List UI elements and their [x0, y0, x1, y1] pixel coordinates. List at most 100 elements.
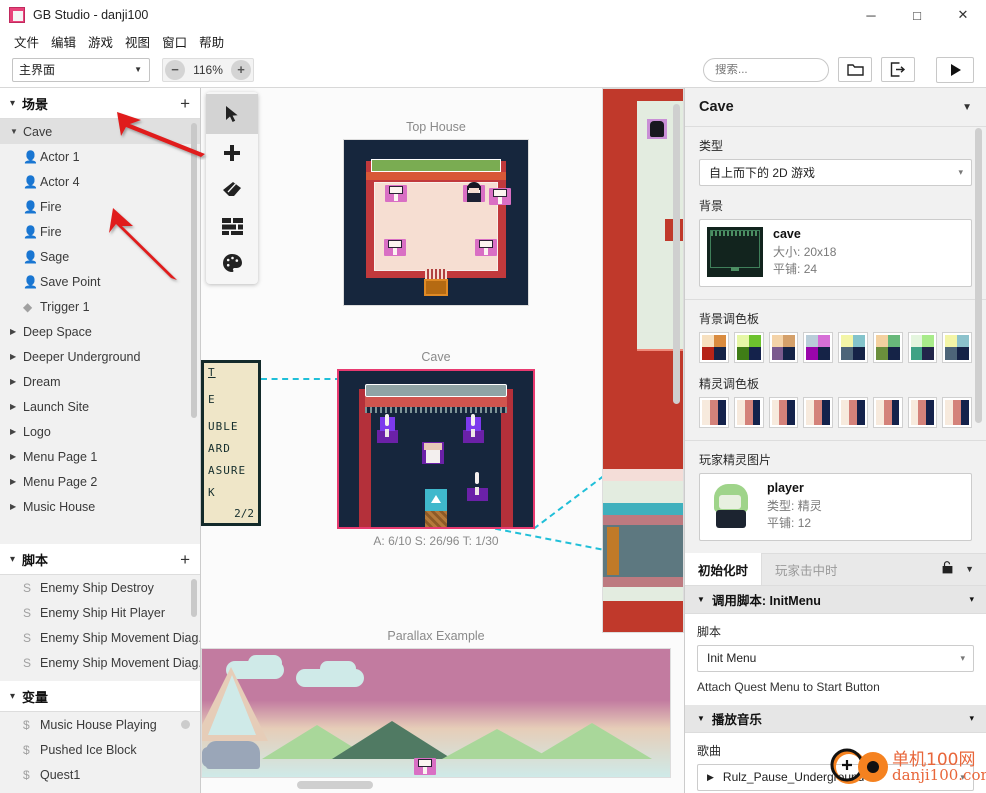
- scripts-panel-header[interactable]: ▾ 脚本 +: [0, 544, 200, 575]
- sidebar-item-sage[interactable]: 👤 Sage: [0, 244, 200, 269]
- sidebar-item-launch-site[interactable]: ▶ Launch Site: [0, 394, 200, 419]
- scene-parallax-example[interactable]: [201, 648, 671, 778]
- sidebar-item-menu-page-1[interactable]: ▶ Menu Page 1: [0, 444, 200, 469]
- maximize-button[interactable]: □: [894, 0, 940, 30]
- sidebar-item-save-point[interactable]: 👤 Save Point: [0, 269, 200, 294]
- menu-view[interactable]: 视图: [119, 30, 156, 53]
- scene-actor[interactable]: [384, 239, 406, 256]
- scene-npc[interactable]: [464, 182, 484, 202]
- scene-canvas[interactable]: Top House T E UBLE ARD ASURE K 2/2 Cave …: [201, 88, 684, 793]
- chevron-down-icon[interactable]: ▾: [969, 594, 974, 605]
- palette-tool[interactable]: [206, 245, 258, 282]
- menu-window[interactable]: 窗口: [156, 30, 193, 53]
- scene-actor-fire[interactable]: [463, 414, 484, 443]
- list-item[interactable]: $ Music House Playing: [0, 712, 200, 737]
- event-header-call-script[interactable]: ▼ 调用脚本: InitMenu ▾: [685, 585, 986, 614]
- sidebar-item-menu-page-2[interactable]: ▶ Menu Page 2: [0, 469, 200, 494]
- open-project-button[interactable]: [838, 57, 872, 82]
- search-input[interactable]: [715, 63, 817, 76]
- background-asset-card[interactable]: cave 大小: 20x18 平铺: 24: [699, 219, 972, 287]
- tab-on-init[interactable]: 初始化时: [685, 553, 763, 586]
- scene-type-select[interactable]: 自上而下的 2D 游戏 ▾: [699, 159, 972, 186]
- scenes-scrollbar[interactable]: [191, 123, 197, 418]
- sidebar-item-trigger-1[interactable]: ◆ Trigger 1: [0, 294, 200, 319]
- scene-top-house[interactable]: [343, 139, 529, 306]
- scene-overworld[interactable]: [602, 88, 684, 633]
- add-scene-button[interactable]: +: [180, 95, 190, 112]
- lock-icon[interactable]: [942, 561, 953, 577]
- collisions-tool[interactable]: [206, 208, 258, 245]
- play-icon[interactable]: ▶: [707, 772, 714, 783]
- list-item[interactable]: S Enemy Ship Movement Diag...: [0, 625, 200, 650]
- eraser-tool[interactable]: [206, 171, 258, 208]
- run-button[interactable]: [936, 56, 974, 83]
- minimize-button[interactable]: ─: [848, 0, 894, 30]
- canvas-vertical-scrollbar[interactable]: [673, 104, 680, 404]
- add-script-button[interactable]: +: [180, 551, 190, 568]
- player-sprite-card[interactable]: player 类型: 精灵 平铺: 12: [699, 472, 972, 541]
- list-item[interactable]: S Enemy Ship Movement Diag...: [0, 650, 200, 675]
- sidebar-item-logo[interactable]: ▶ Logo: [0, 419, 200, 444]
- list-item[interactable]: $ Quest2: [0, 787, 200, 793]
- script-select[interactable]: Init Menu ▾: [697, 644, 974, 672]
- list-item[interactable]: $ Pushed Ice Block: [0, 737, 200, 762]
- sidebar-item-music-house[interactable]: ▶ Music House: [0, 494, 200, 519]
- sprite-palette-swatch[interactable]: [733, 396, 764, 428]
- background-palette-swatch[interactable]: [872, 331, 903, 363]
- scene-actor-save-point[interactable]: [425, 489, 447, 511]
- scene-actor[interactable]: [385, 185, 407, 202]
- close-button[interactable]: ✕: [940, 0, 986, 30]
- chevron-down-icon[interactable]: ▼: [965, 564, 974, 574]
- sidebar-item-deeper-underground[interactable]: ▶ Deeper Underground: [0, 344, 200, 369]
- scene-actor[interactable]: [475, 239, 497, 256]
- menu-edit[interactable]: 编辑: [45, 30, 82, 53]
- menu-file[interactable]: 文件: [8, 30, 45, 53]
- tab-on-player-hit[interactable]: 玩家击中时: [762, 553, 851, 585]
- background-palette-swatch[interactable]: [699, 331, 729, 363]
- scripts-scrollbar[interactable]: [191, 579, 197, 617]
- chevron-down-icon[interactable]: ▾: [969, 713, 974, 724]
- scene-cave[interactable]: [337, 369, 535, 529]
- canvas-horizontal-scrollbar[interactable]: [201, 781, 684, 789]
- background-palette-swatch[interactable]: [803, 331, 833, 363]
- export-button[interactable]: [881, 57, 915, 82]
- menu-game[interactable]: 游戏: [82, 30, 119, 53]
- list-item[interactable]: S Enemy Ship Destroy: [0, 575, 200, 600]
- background-palette-swatch[interactable]: [838, 331, 868, 363]
- scene-actor[interactable]: [414, 758, 436, 775]
- event-header-play-music[interactable]: ▼ 播放音乐 ▾: [685, 704, 986, 733]
- sprite-palette-swatch[interactable]: [768, 396, 799, 428]
- sidebar-item-dream[interactable]: ▶ Dream: [0, 369, 200, 394]
- select-tool[interactable]: [206, 94, 258, 134]
- list-item[interactable]: $ Quest1: [0, 762, 200, 787]
- sidebar-item-actor-4[interactable]: 👤 Actor 4: [0, 169, 200, 194]
- scene-actor-fire[interactable]: [377, 414, 398, 443]
- zoom-in-button[interactable]: +: [231, 59, 251, 80]
- scenes-panel-header[interactable]: ▾ 场景 +: [0, 88, 200, 119]
- sidebar-item-fire-2[interactable]: 👤 Fire: [0, 219, 200, 244]
- zoom-out-button[interactable]: −: [165, 59, 185, 80]
- sidebar-item-cave[interactable]: ▼ Cave: [0, 119, 200, 144]
- chevron-down-icon[interactable]: ▼: [962, 102, 972, 113]
- sprite-palette-swatch[interactable]: [699, 396, 729, 428]
- sprite-palette-swatch[interactable]: [803, 396, 833, 428]
- sprite-palette-swatch[interactable]: [907, 396, 938, 428]
- menu-help[interactable]: 帮助: [193, 30, 230, 53]
- inspector-scrollbar[interactable]: [975, 128, 982, 423]
- scene-actor[interactable]: [467, 472, 488, 501]
- scene-actor-sage[interactable]: [422, 442, 444, 464]
- scene-actor[interactable]: [489, 188, 511, 205]
- scene-actor-elephant[interactable]: [202, 741, 260, 769]
- sprite-palette-swatch[interactable]: [872, 396, 903, 428]
- sidebar-item-fire-1[interactable]: 👤 Fire: [0, 194, 200, 219]
- sprite-palette-swatch[interactable]: [838, 396, 868, 428]
- song-select[interactable]: ▶ Rulz_Pause_Underground ▾: [697, 763, 974, 791]
- sprite-palette-swatch[interactable]: [942, 396, 972, 428]
- scene-text-dialogue[interactable]: T E UBLE ARD ASURE K 2/2: [201, 360, 261, 526]
- background-palette-swatch[interactable]: [768, 331, 799, 363]
- variables-panel-header[interactable]: ▾ 变量: [0, 681, 200, 712]
- sidebar-item-deep-space[interactable]: ▶ Deep Space: [0, 319, 200, 344]
- background-palette-swatch[interactable]: [733, 331, 764, 363]
- background-palette-swatch[interactable]: [942, 331, 972, 363]
- scene-actor-cat[interactable]: [647, 119, 667, 139]
